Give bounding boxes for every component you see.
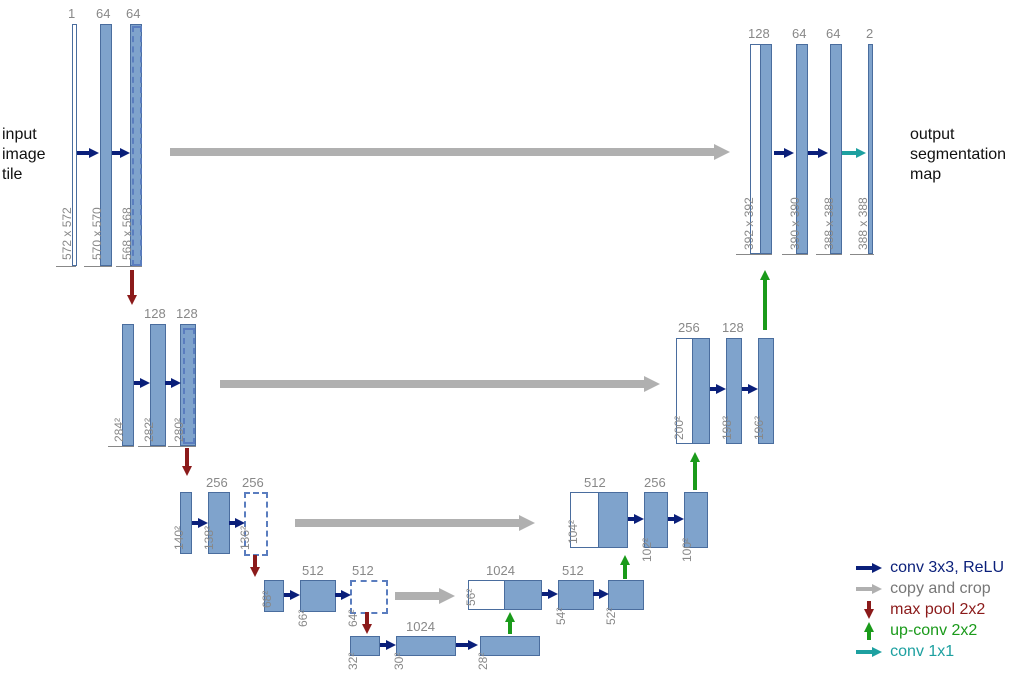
ch-r1-3: 2 — [866, 26, 873, 41]
ch-l0-0: 1 — [68, 6, 75, 21]
ch-l1-0: 128 — [144, 306, 166, 321]
ch-bridge: 1024 — [486, 563, 515, 578]
fmap-r4-1 — [558, 580, 594, 610]
upconv-arrow — [760, 270, 770, 330]
ch-l3-0: 512 — [302, 563, 324, 578]
dim-l3-2: 64² — [346, 610, 360, 627]
ch-r2-0: 256 — [678, 320, 700, 335]
conv-arrow — [456, 640, 478, 650]
dim-l0-2: 568 x 568 — [120, 207, 134, 260]
ch-r1-0: 128 — [748, 26, 770, 41]
dim-r1-2: 388 x 388 — [822, 197, 836, 250]
dim-l4-2: 28² — [476, 653, 490, 670]
conv-arrow — [192, 518, 208, 528]
dim-l1-2: 280² — [172, 418, 186, 442]
skip-arrow — [295, 515, 535, 531]
conv-arrow — [668, 514, 684, 524]
skip-arrow — [170, 144, 730, 160]
dim-l4-0: 32² — [346, 653, 360, 670]
conv1x1-arrow — [842, 148, 866, 158]
dim-r1-1: 390 x 390 — [788, 197, 802, 250]
conv-arrow — [742, 384, 758, 394]
fmap-r3-b — [598, 492, 628, 548]
skip-arrow — [220, 376, 660, 392]
upconv-arrow — [620, 555, 630, 579]
legend-upconv: up-conv 2x2 — [856, 622, 1004, 640]
dim-l0-0: 572 x 572 — [60, 207, 74, 260]
pool-arrow — [182, 448, 192, 476]
ch-r3-1: 256 — [644, 475, 666, 490]
upconv-arrow — [505, 612, 515, 634]
legend-conv: conv 3x3, ReLU — [856, 559, 1004, 577]
ch-l0-2: 64 — [126, 6, 140, 21]
ch-r3-0: 512 — [584, 475, 606, 490]
dim-r3-0: 104² — [566, 520, 580, 544]
ch-l2-0: 256 — [206, 475, 228, 490]
conv-arrow — [628, 514, 644, 524]
dim-l2-2: 136² — [238, 526, 252, 550]
fmap-r1-b — [760, 44, 772, 254]
conv-arrow — [134, 378, 150, 388]
dim-l1-1: 282² — [142, 418, 156, 442]
dim-l3-1: 66² — [296, 610, 310, 627]
dim-r2-0: 200² — [672, 416, 686, 440]
ch-l4-0: 1024 — [406, 619, 435, 634]
legend-copy: copy and crop — [856, 580, 1004, 598]
fmap-r4-concat-b — [504, 580, 542, 610]
conv-arrow — [229, 518, 245, 528]
conv-arrow — [165, 378, 181, 388]
upconv-arrow — [690, 452, 700, 490]
dim-r3-1: 102² — [640, 538, 654, 562]
legend-conv1: conv 1x1 — [856, 643, 1004, 661]
pool-arrow — [127, 270, 137, 305]
dim-r1-3: 388 x 388 — [856, 197, 870, 250]
legend: conv 3x3, ReLU copy and crop max pool 2x… — [856, 556, 1004, 664]
skip-arrow — [395, 588, 455, 604]
dim-r2-2: 196² — [752, 416, 766, 440]
dim-l1-0: 284² — [112, 418, 126, 442]
dim-l3-0: 68² — [260, 591, 274, 608]
pool-arrow — [250, 555, 260, 577]
dim-r2-1: 198² — [720, 416, 734, 440]
dim-l2-0: 140² — [172, 526, 186, 550]
legend-pool: max pool 2x2 — [856, 601, 1004, 619]
fmap-l3-1 — [300, 580, 336, 612]
ch-r1-2: 64 — [826, 26, 840, 41]
conv-arrow — [335, 590, 351, 600]
conv-arrow — [112, 148, 130, 158]
conv-arrow — [808, 148, 828, 158]
output-label: output segmentation map — [910, 125, 1006, 185]
conv-arrow — [77, 148, 99, 158]
dim-l2-1: 138² — [202, 526, 216, 550]
fmap-r4-2 — [608, 580, 644, 610]
dim-r4-2: 52² — [604, 608, 618, 625]
conv-arrow — [284, 590, 300, 600]
input-label: input image tile — [2, 125, 46, 185]
unet-diagram: input image tile output segmentation map… — [0, 0, 1019, 684]
ch-l2-1: 256 — [242, 475, 264, 490]
dim-l0-1: 570 x 570 — [90, 207, 104, 260]
conv-arrow — [774, 148, 794, 158]
conv-arrow — [710, 384, 726, 394]
ch-l3-1: 512 — [352, 563, 374, 578]
ch-r2-1: 128 — [722, 320, 744, 335]
ch-l0-1: 64 — [96, 6, 110, 21]
conv-arrow — [593, 589, 609, 599]
conv-arrow — [380, 640, 396, 650]
pool-arrow — [362, 612, 372, 634]
ch-l1-1: 128 — [176, 306, 198, 321]
ch-r1-1: 64 — [792, 26, 806, 41]
dim-r3-2: 100² — [680, 538, 694, 562]
conv-arrow — [542, 589, 558, 599]
dim-l4-1: 30² — [392, 653, 406, 670]
ch-r4b: 512 — [562, 563, 584, 578]
dim-r4-1: 54² — [554, 608, 568, 625]
dim-r4-0: 56² — [464, 589, 478, 606]
fmap-r2-b — [692, 338, 710, 444]
dim-r1-0: 392 x 392 — [742, 197, 756, 250]
